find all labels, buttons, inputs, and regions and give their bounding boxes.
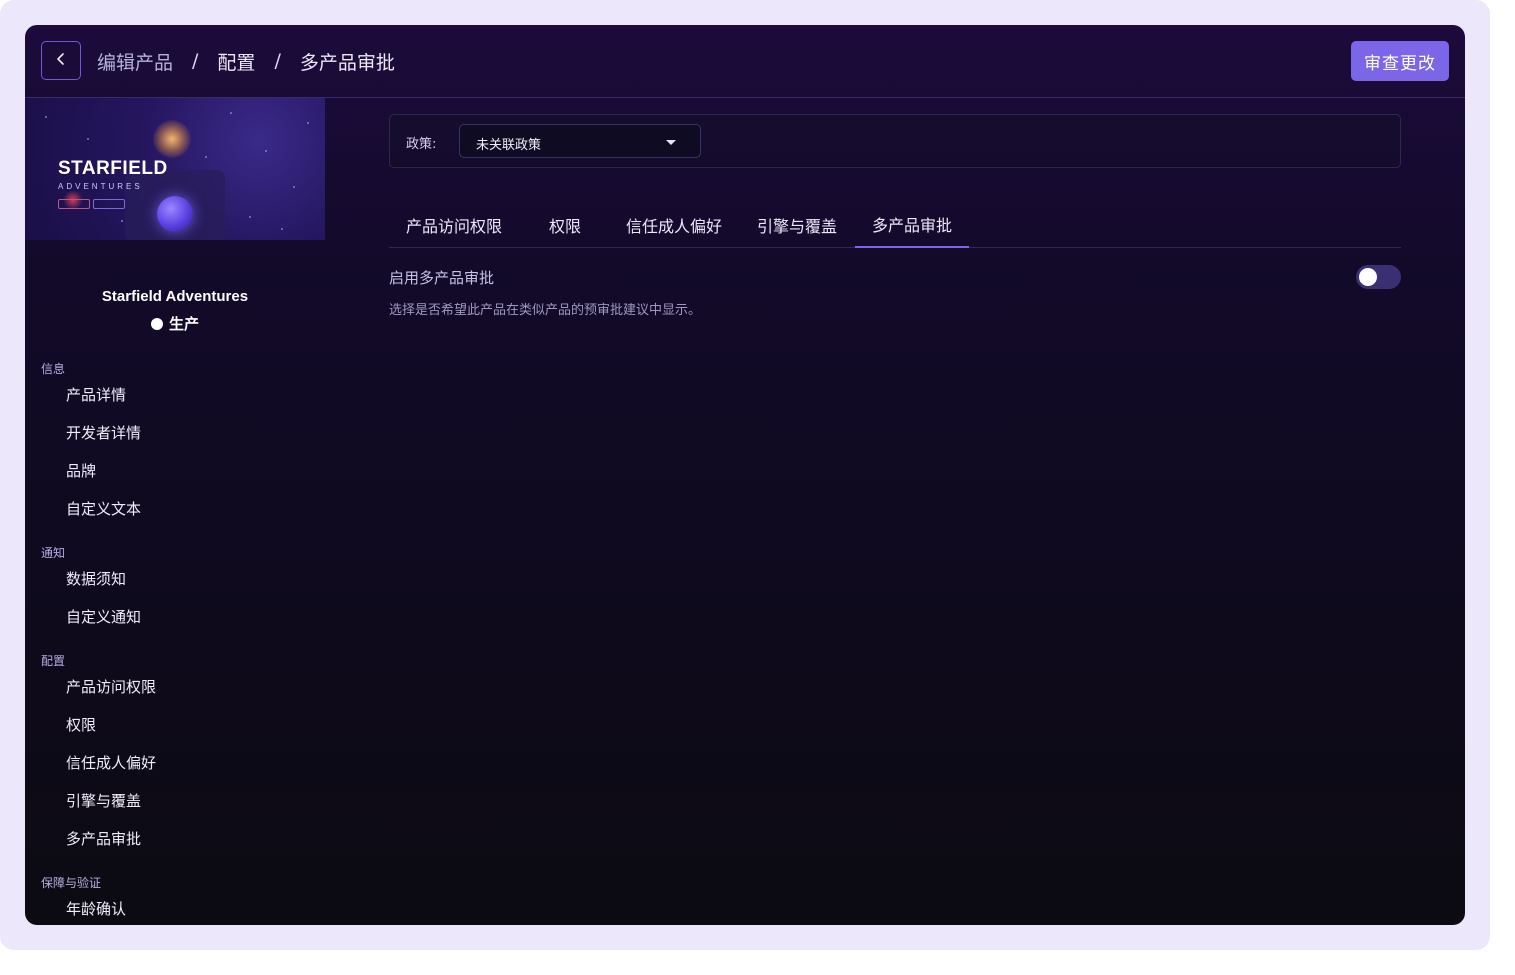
breadcrumb-edit-product[interactable]: 编辑产品	[97, 48, 173, 75]
caret-down-icon	[666, 140, 676, 145]
chevron-left-icon	[55, 51, 67, 70]
nav-section-configuration: 配置	[41, 654, 66, 668]
policy-label: 政策:	[406, 137, 437, 152]
nav-item-custom-text[interactable]: 自定义文本	[66, 498, 141, 519]
tab-bar: 产品访问权限 权限 信任成人偏好 引擎与覆盖 多产品审批	[389, 202, 1401, 248]
tab-trusted-adult-preferences[interactable]: 信任成人偏好	[615, 202, 733, 248]
multi-product-approval-toggle[interactable]	[1356, 265, 1401, 289]
tab-engines-overrides[interactable]: 引擎与覆盖	[741, 202, 853, 248]
tab-product-access[interactable]: 产品访问权限	[389, 202, 519, 248]
nav-item-data-notice[interactable]: 数据须知	[66, 568, 126, 589]
top-bar: 编辑产品 / 配置 / 多产品审批 审查更改	[25, 25, 1465, 98]
breadcrumb-configuration[interactable]: 配置	[217, 48, 255, 75]
nav-item-permissions[interactable]: 权限	[66, 714, 96, 735]
breadcrumb-separator: /	[192, 50, 199, 72]
banner-subtitle: ADVENTURES	[58, 182, 143, 191]
breadcrumb-separator: /	[274, 50, 281, 72]
nav-item-trusted-adult-preferences[interactable]: 信任成人偏好	[66, 752, 156, 773]
policy-bar: 政策: 未关联政策	[389, 114, 1401, 168]
product-name: Starfield Adventures	[101, 288, 249, 305]
banner-mini-button	[58, 199, 90, 209]
product-banner-image: STARFIELD ADVENTURES	[25, 98, 325, 240]
nav-item-product-access[interactable]: 产品访问权限	[66, 676, 156, 697]
banner-mini-button	[93, 199, 125, 209]
status-label: 生产	[168, 315, 199, 333]
product-status: 生产	[25, 313, 325, 334]
nav-section-assurance: 保障与验证	[41, 876, 102, 890]
toggle-knob	[1359, 268, 1377, 286]
nav-section-notices: 通知	[41, 546, 66, 560]
nav-item-custom-notice[interactable]: 自定义通知	[66, 606, 141, 627]
sidebar: STARFIELD ADVENTURES Starfield Adventure…	[25, 98, 325, 925]
nav-item-age-confirmation[interactable]: 年龄确认	[66, 898, 126, 919]
nav-item-branding[interactable]: 品牌	[66, 460, 96, 481]
status-dot-icon	[150, 317, 163, 330]
nav-item-multi-product-approval[interactable]: 多产品审批	[66, 828, 141, 849]
tab-multi-product-approval[interactable]: 多产品审批	[855, 202, 969, 248]
policy-select-value: 未关联政策	[476, 138, 542, 153]
tab-permissions[interactable]: 权限	[529, 202, 601, 248]
sun-graphic	[153, 120, 191, 158]
nav-item-product-details[interactable]: 产品详情	[66, 384, 126, 405]
banner-title: STARFIELD	[58, 158, 168, 179]
policy-select[interactable]: 未关联政策	[459, 124, 701, 158]
nav-item-developer-details[interactable]: 开发者详情	[66, 422, 141, 443]
breadcrumb: 编辑产品 / 配置 / 多产品审批	[97, 47, 395, 75]
setting-title: 启用多产品审批	[389, 269, 495, 287]
setting-description: 选择是否希望此产品在类似产品的预审批建议中显示。	[389, 303, 702, 318]
planet-graphic	[157, 196, 193, 232]
nav-item-engines-overrides[interactable]: 引擎与覆盖	[66, 790, 141, 811]
app-window: 编辑产品 / 配置 / 多产品审批 审查更改 STARFIELD ADVENTU…	[25, 25, 1465, 925]
back-button[interactable]	[41, 41, 81, 80]
breadcrumb-current: 多产品审批	[299, 51, 395, 74]
review-changes-button[interactable]: 审查更改	[1351, 41, 1449, 81]
nav-section-info: 信息	[41, 362, 66, 376]
